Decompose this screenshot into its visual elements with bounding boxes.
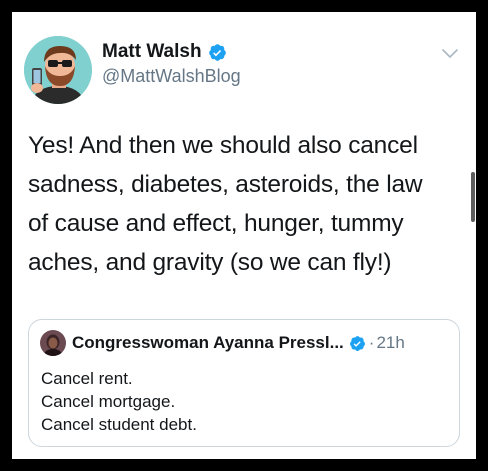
cartoon-avatar-icon: [24, 36, 92, 104]
profile-photo-icon: [40, 330, 66, 356]
verified-badge-icon: [208, 43, 227, 62]
verified-badge-icon: [349, 335, 366, 352]
tweet-text: Yes! And then we should also cancel sadn…: [28, 126, 472, 282]
author-name[interactable]: Matt Walsh: [102, 41, 227, 63]
quoted-separator: ·: [368, 333, 375, 352]
author-handle[interactable]: @MattWalshBlog: [102, 66, 241, 87]
chevron-down-icon[interactable]: [442, 46, 458, 58]
tweet-frame: Matt Walsh @MattWalshBlog Yes! And then …: [12, 12, 476, 459]
tweet-text-line: of cause and effect, hunger, tummy: [28, 210, 404, 237]
quoted-author-avatar[interactable]: [40, 330, 66, 356]
quoted-header: Congresswoman Ayanna Pressl... · 21h: [72, 333, 405, 353]
tweet-text-line: aches, and gravity (so we can fly!): [28, 249, 392, 276]
tweet-text-line: sadness, diabetes, asteroids, the law: [28, 171, 423, 198]
quoted-text-line: Cancel rent.: [41, 369, 133, 388]
quoted-text-line: Cancel mortgage.: [41, 392, 176, 411]
scrollbar-thumb[interactable]: [471, 172, 475, 222]
quoted-tweet-text: Cancel rent. Cancel mortgage. Cancel stu…: [41, 367, 197, 436]
quoted-tweet-card[interactable]: Congresswoman Ayanna Pressl... · 21h Can…: [28, 319, 460, 447]
quoted-text-line: Cancel student debt.: [41, 415, 197, 434]
tweet-text-line: Yes! And then we should also cancel: [28, 132, 418, 159]
author-avatar[interactable]: [24, 36, 92, 104]
quoted-author-name[interactable]: Congresswoman Ayanna Pressl...: [72, 333, 344, 353]
quoted-timestamp[interactable]: 21h: [376, 333, 404, 353]
author-name-text: Matt Walsh: [102, 41, 202, 62]
